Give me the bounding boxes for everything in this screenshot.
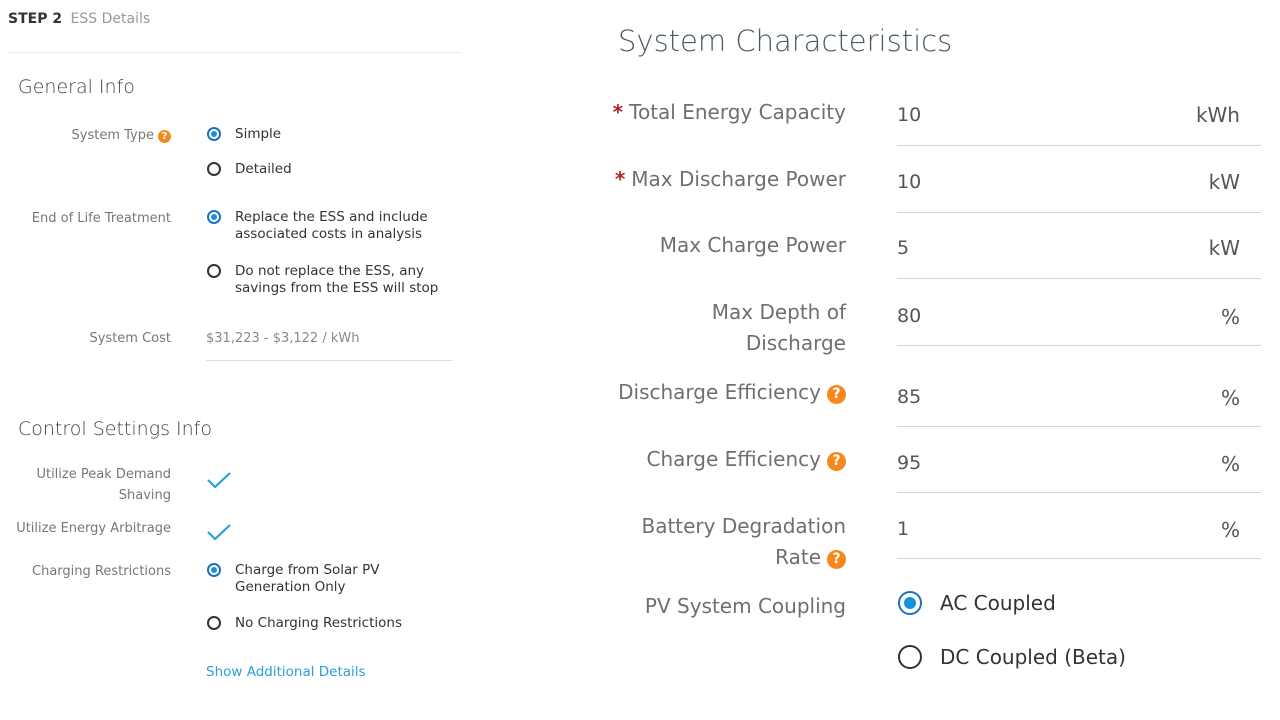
option-label: DC Coupled (Beta)	[940, 645, 1126, 669]
option-line: Do not replace the ESS, any	[235, 263, 425, 279]
charging-restrictions-label: Charging Restrictions	[32, 564, 171, 579]
question-circle-icon[interactable]: ?	[827, 385, 846, 404]
radio-empty-icon[interactable]	[898, 645, 922, 669]
label-text: Total Energy Capacity	[629, 100, 846, 124]
label-line: Rate	[775, 545, 821, 569]
option-line: associated costs in analysis	[235, 226, 423, 242]
unit-label: %	[1220, 518, 1240, 542]
unit-label: kW	[1208, 236, 1240, 260]
unit-label: kWh	[1195, 103, 1240, 127]
step-header: STEP 2 ESS Details	[8, 11, 150, 27]
label-line: Shaving	[118, 488, 171, 503]
control-settings-title: Control Settings Info	[18, 418, 212, 440]
question-circle-icon[interactable]: ?	[827, 550, 846, 569]
system-type-label: System Type?	[72, 125, 171, 146]
radio-selected-icon[interactable]	[898, 591, 922, 615]
option-label: Charge from Solar PV Generation Only	[235, 562, 380, 596]
system-characteristics-title: System Characteristics	[618, 24, 953, 58]
checkmark-icon[interactable]	[206, 470, 232, 490]
input-underline	[897, 492, 1261, 493]
end-of-life-option-replace[interactable]: Replace the ESS and include associated c…	[207, 209, 428, 243]
end-of-life-option-no-replace[interactable]: Do not replace the ESS, any savings from…	[207, 263, 438, 297]
question-circle-icon[interactable]: ?	[158, 130, 171, 143]
charge-efficiency-input[interactable]: 95	[897, 452, 921, 474]
system-cost-value[interactable]: $31,223 - $3,122 / kWh	[206, 331, 359, 346]
checkmark-icon[interactable]	[206, 522, 232, 542]
radio-empty-icon[interactable]	[207, 264, 221, 278]
peak-demand-label: Utilize Peak Demand Shaving	[36, 464, 171, 506]
input-underline	[897, 345, 1261, 346]
charging-option-solar-only[interactable]: Charge from Solar PV Generation Only	[207, 562, 380, 596]
unit-label: %	[1220, 452, 1240, 476]
pv-coupling-option-ac[interactable]: AC Coupled	[898, 591, 1056, 615]
system-type-option-detailed[interactable]: Detailed	[207, 161, 292, 178]
unit-label: %	[1220, 386, 1240, 410]
show-additional-details-link[interactable]: Show Additional Details	[206, 664, 366, 680]
option-label: Simple	[235, 126, 282, 142]
label-line: Utilize Peak Demand	[36, 467, 171, 482]
pv-system-coupling-label: PV System Coupling	[644, 594, 846, 618]
charge-efficiency-label: Charge Efficiency?	[647, 444, 846, 475]
divider	[8, 52, 461, 53]
discharge-efficiency-input[interactable]: 85	[897, 386, 921, 408]
input-underline	[897, 145, 1261, 146]
radio-selected-icon[interactable]	[207, 210, 221, 224]
max-depth-of-discharge-label: Max Depth of Discharge	[712, 297, 846, 359]
option-label: No Charging Restrictions	[235, 615, 402, 631]
label-line: Max Depth of	[711, 300, 846, 324]
option-label: Do not replace the ESS, any savings from…	[235, 263, 438, 297]
required-asterisk-icon: *	[614, 167, 626, 191]
pv-coupling-option-dc[interactable]: DC Coupled (Beta)	[898, 645, 1126, 669]
max-discharge-power-input[interactable]: 10	[897, 171, 921, 193]
charging-option-none[interactable]: No Charging Restrictions	[207, 615, 402, 632]
radio-empty-icon[interactable]	[207, 616, 221, 630]
system-type-option-simple[interactable]: Simple	[207, 126, 281, 143]
battery-degradation-rate-input[interactable]: 1	[897, 518, 909, 540]
option-line: Charge from Solar PV	[235, 562, 380, 578]
step-number: STEP 2	[8, 11, 63, 27]
end-of-life-label: End of Life Treatment	[31, 211, 171, 226]
question-circle-icon[interactable]: ?	[827, 452, 846, 471]
input-underline	[897, 558, 1261, 559]
label-text: Charge Efficiency	[646, 447, 821, 471]
unit-label: kW	[1208, 170, 1240, 194]
option-line: Generation Only	[235, 579, 346, 595]
system-type-label-text: System Type	[71, 128, 154, 143]
step-name: ESS Details	[70, 11, 151, 27]
battery-degradation-rate-label: Battery Degradation Rate?	[641, 511, 846, 573]
total-energy-capacity-input[interactable]: 10	[897, 104, 921, 126]
max-depth-of-discharge-input[interactable]: 80	[897, 305, 921, 327]
label-line: Battery Degradation	[641, 514, 846, 538]
general-info-title: General Info	[18, 76, 135, 98]
unit-label: %	[1220, 305, 1240, 329]
input-underline	[897, 212, 1261, 213]
required-asterisk-icon: *	[612, 100, 624, 124]
max-charge-power-label: Max Charge Power	[659, 233, 846, 257]
total-energy-capacity-label: * Total Energy Capacity	[613, 97, 846, 128]
radio-selected-icon[interactable]	[207, 563, 221, 577]
input-underline	[897, 278, 1261, 279]
option-label: Replace the ESS and include associated c…	[235, 209, 428, 243]
system-cost-underline	[206, 360, 452, 361]
energy-arbitrage-label: Utilize Energy Arbitrage	[16, 521, 171, 536]
option-line: savings from the ESS will stop	[235, 280, 439, 296]
radio-selected-icon[interactable]	[207, 127, 221, 141]
label-line: Discharge	[745, 331, 846, 355]
system-cost-label: System Cost	[89, 331, 171, 346]
option-label: AC Coupled	[940, 591, 1056, 615]
label-text: Discharge Efficiency	[618, 380, 821, 404]
input-underline	[897, 426, 1261, 427]
radio-empty-icon[interactable]	[207, 162, 221, 176]
option-line: Replace the ESS and include	[235, 209, 428, 225]
label-text: Max Discharge Power	[631, 167, 846, 191]
max-discharge-power-label: * Max Discharge Power	[615, 164, 846, 195]
max-charge-power-input[interactable]: 5	[897, 237, 909, 259]
option-label: Detailed	[235, 161, 292, 177]
discharge-efficiency-label: Discharge Efficiency?	[618, 377, 846, 408]
